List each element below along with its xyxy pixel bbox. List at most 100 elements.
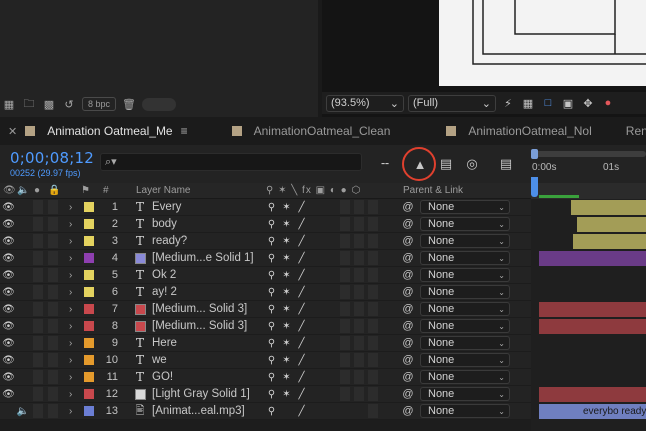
- quality-switch-icon[interactable]: ╱: [296, 386, 307, 402]
- lock-toggle[interactable]: [48, 268, 58, 282]
- adjustment-switch[interactable]: [368, 353, 378, 367]
- collapse-switch-icon[interactable]: ✶: [281, 233, 292, 249]
- time-navigator-bar[interactable]: [533, 151, 646, 157]
- visibility-eye-icon[interactable]: 👁: [2, 386, 15, 402]
- layer-search-input[interactable]: ⌕▾: [100, 153, 362, 171]
- effect-switch[interactable]: [340, 200, 350, 214]
- pick-whip-icon[interactable]: @: [402, 216, 414, 232]
- visibility-eye-icon[interactable]: 👁: [2, 250, 15, 266]
- shy-switch-icon[interactable]: ⚲: [266, 386, 277, 402]
- layer-track-bar[interactable]: [539, 319, 646, 334]
- effect-switch[interactable]: [340, 251, 350, 265]
- solo-toggle[interactable]: [33, 268, 43, 282]
- shy-switch-icon[interactable]: ⚲: [266, 216, 277, 232]
- layer-name[interactable]: [Medium... Solid 3]: [152, 318, 260, 334]
- shy-switch-icon[interactable]: ⚲: [266, 233, 277, 249]
- layer-name[interactable]: [Medium... Solid 3]: [152, 301, 260, 317]
- label-color-swatch[interactable]: [84, 321, 94, 331]
- layer-name[interactable]: Every: [152, 199, 260, 215]
- collapse-switch-icon[interactable]: ✶: [281, 386, 292, 402]
- quality-switch-icon[interactable]: ╱: [296, 250, 307, 266]
- panel-menu-icon[interactable]: ≡: [181, 124, 188, 138]
- quality-switch-icon[interactable]: ╱: [296, 369, 307, 385]
- composition-canvas[interactable]: [439, 0, 646, 86]
- shy-switch-icon[interactable]: ⚲: [266, 369, 277, 385]
- layer-track-bar[interactable]: [539, 302, 646, 317]
- motion-blur-switch[interactable]: [354, 234, 364, 248]
- parent-select[interactable]: None ⌄: [420, 387, 510, 401]
- lock-toggle[interactable]: [48, 336, 58, 350]
- parent-select[interactable]: None ⌄: [420, 251, 510, 265]
- new-folder-icon[interactable]: 🗀: [22, 98, 36, 110]
- shy-switch-icon[interactable]: ⚲: [266, 335, 277, 351]
- solo-toggle[interactable]: [33, 404, 43, 418]
- lock-toggle[interactable]: [48, 234, 58, 248]
- layer-name[interactable]: [Animat...eal.mp3]: [152, 403, 260, 419]
- motion-blur-switch[interactable]: [354, 251, 364, 265]
- channel-rgb-icon[interactable]: ●: [600, 96, 616, 110]
- layer-row[interactable]: 🔈 › 13 🖹 [Animat...eal.mp3] ⚲ ╱ @ None ⌄: [0, 403, 531, 420]
- twirl-chevron-right-icon[interactable]: ›: [69, 301, 77, 317]
- effect-switch[interactable]: [340, 370, 350, 384]
- graph-editor-icon[interactable]: ▤: [497, 156, 515, 172]
- solo-toggle[interactable]: [33, 285, 43, 299]
- pick-whip-icon[interactable]: @: [402, 318, 414, 334]
- effect-switch[interactable]: [340, 234, 350, 248]
- solo-toggle[interactable]: [33, 234, 43, 248]
- parent-link-column-header[interactable]: Parent & Link: [403, 185, 463, 196]
- layer-name[interactable]: [Medium...e Solid 1]: [152, 250, 260, 266]
- layer-row[interactable]: 👁 › 6 Tay! 2 ⚲ ✶ ╱ @ None ⌄: [0, 284, 531, 301]
- quality-switch-icon[interactable]: ╱: [296, 233, 307, 249]
- quality-switch-icon[interactable]: ╱: [296, 352, 307, 368]
- motion-blur-icon[interactable]: ◎: [463, 156, 481, 172]
- thumbnail-slider[interactable]: [142, 97, 177, 111]
- collapse-switch-icon[interactable]: ✶: [281, 335, 292, 351]
- shy-switch-icon[interactable]: ⚲: [266, 352, 277, 368]
- label-color-swatch[interactable]: [84, 372, 94, 382]
- quality-switch-icon[interactable]: ╱: [296, 335, 307, 351]
- layer-name[interactable]: ready?: [152, 233, 260, 249]
- visibility-eye-icon[interactable]: 👁: [2, 267, 15, 283]
- pick-whip-icon[interactable]: @: [402, 352, 414, 368]
- twirl-chevron-right-icon[interactable]: ›: [69, 250, 77, 266]
- layer-track-bar[interactable]: [577, 217, 646, 232]
- visibility-eye-icon[interactable]: 👁: [2, 199, 15, 215]
- layer-name[interactable]: [Light Gray Solid 1]: [152, 386, 260, 402]
- lock-toggle[interactable]: [48, 387, 58, 401]
- trash-icon[interactable]: 🗑: [122, 98, 136, 111]
- layer-row[interactable]: 👁 › 2 Tbody ⚲ ✶ ╱ @ None ⌄: [0, 216, 531, 233]
- tab-animation-oatmeal-me[interactable]: ✕ Animation Oatmeal_Me ≡: [0, 117, 194, 145]
- solo-toggle[interactable]: [33, 370, 43, 384]
- shy-switch-icon[interactable]: ⚲: [266, 301, 277, 317]
- lock-toggle[interactable]: [48, 217, 58, 231]
- pick-whip-icon[interactable]: @: [402, 369, 414, 385]
- parent-select[interactable]: None ⌄: [420, 370, 510, 384]
- pick-whip-icon[interactable]: @: [402, 233, 414, 249]
- layer-track-bar[interactable]: [539, 251, 646, 266]
- collapse-switch-icon[interactable]: ✶: [281, 250, 292, 266]
- collapse-switch-icon[interactable]: ✶: [281, 267, 292, 283]
- solo-toggle[interactable]: [33, 353, 43, 367]
- adjustment-switch[interactable]: [368, 217, 378, 231]
- twirl-chevron-right-icon[interactable]: ›: [69, 267, 77, 283]
- work-area-range[interactable]: [539, 195, 579, 198]
- pick-whip-icon[interactable]: @: [402, 284, 414, 300]
- label-color-swatch[interactable]: [84, 287, 94, 297]
- twirl-chevron-right-icon[interactable]: ›: [69, 386, 77, 402]
- shy-switch-icon[interactable]: ⚲: [266, 199, 277, 215]
- quality-switch-icon[interactable]: ╱: [296, 284, 307, 300]
- effect-switch[interactable]: [340, 353, 350, 367]
- interpret-footage-icon[interactable]: ▦: [2, 98, 16, 111]
- parent-select[interactable]: None ⌄: [420, 268, 510, 282]
- label-column-tag-icon[interactable]: ⚑: [81, 185, 90, 196]
- parent-select[interactable]: None ⌄: [420, 285, 510, 299]
- twirl-chevron-right-icon[interactable]: ›: [69, 369, 77, 385]
- lock-toggle[interactable]: [48, 200, 58, 214]
- collapse-switch-icon[interactable]: ✶: [281, 216, 292, 232]
- parent-select[interactable]: None ⌄: [420, 302, 510, 316]
- motion-blur-switch[interactable]: [354, 268, 364, 282]
- parent-select[interactable]: None ⌄: [420, 404, 510, 418]
- quality-switch-icon[interactable]: ╱: [296, 403, 307, 419]
- shy-switch-icon[interactable]: ⚲: [266, 250, 277, 266]
- motion-blur-switch[interactable]: [354, 302, 364, 316]
